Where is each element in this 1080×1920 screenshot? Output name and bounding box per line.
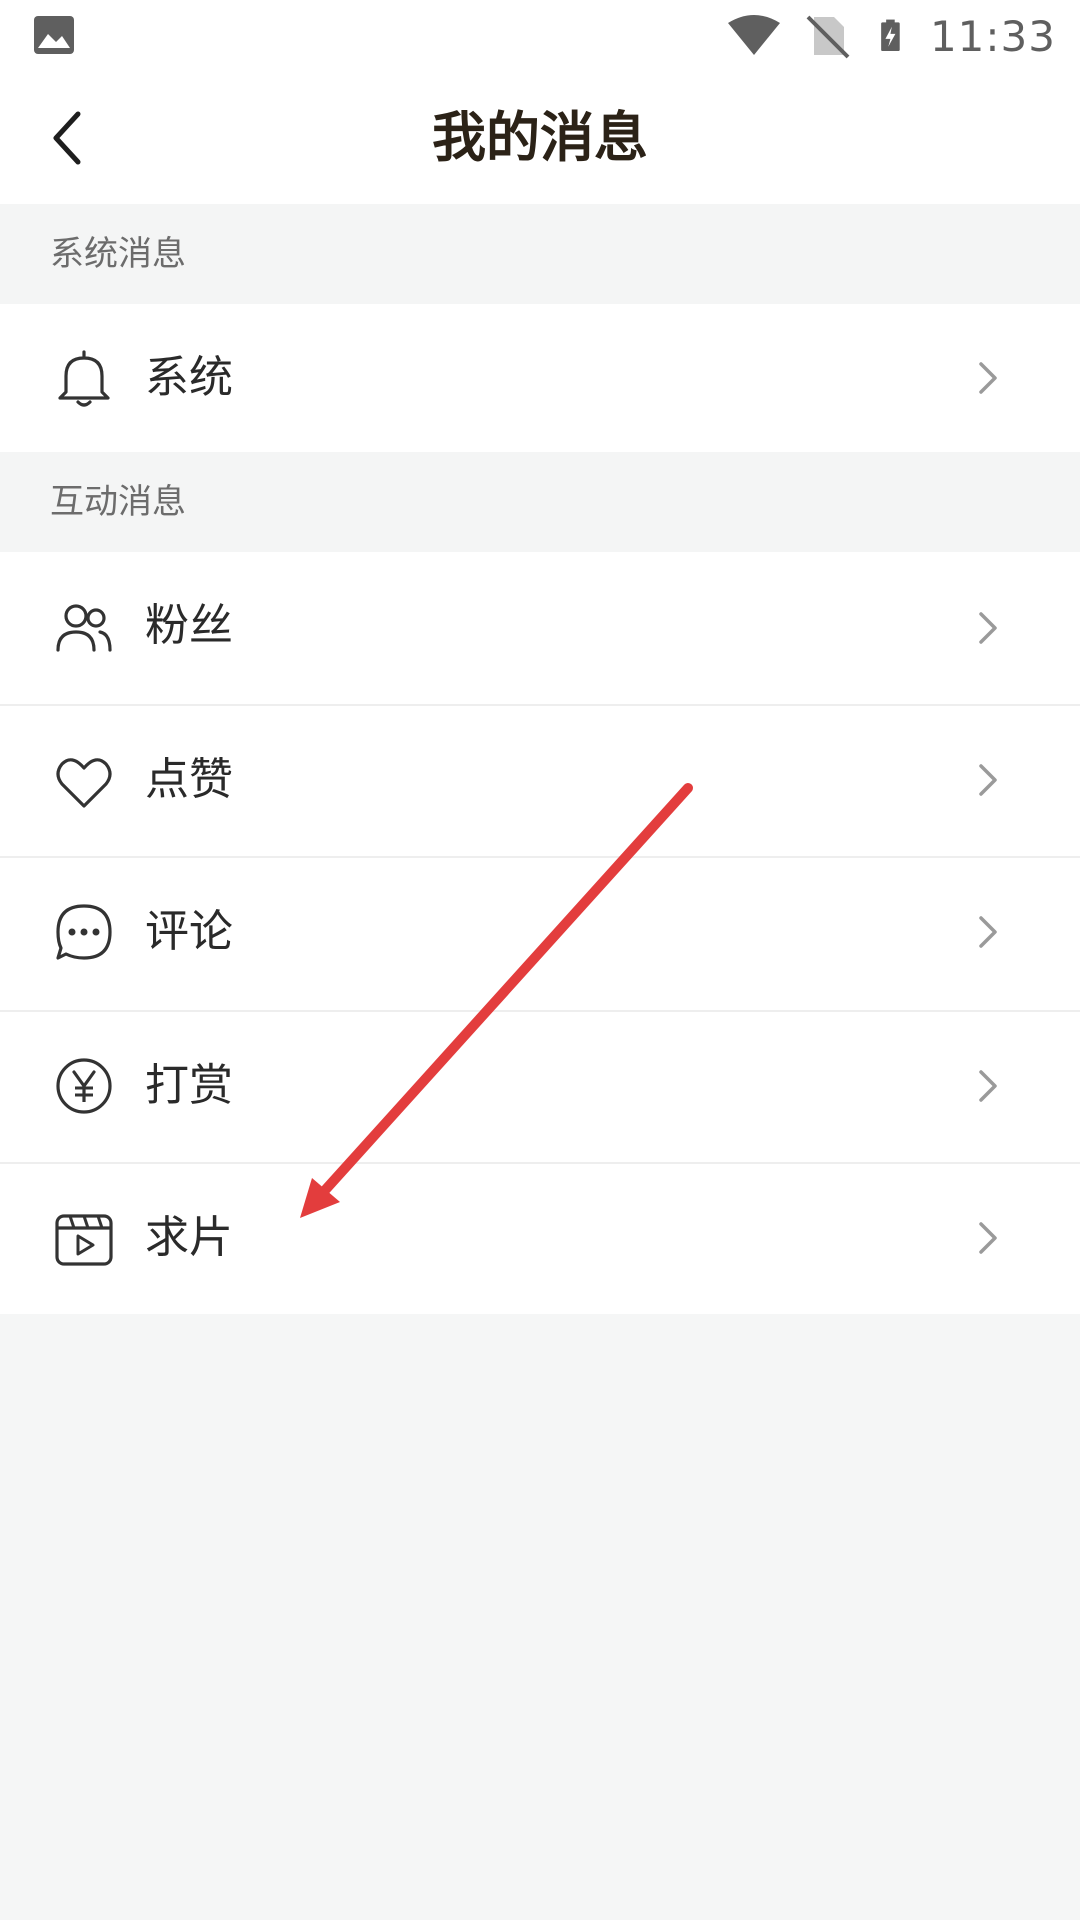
chevron-right-icon (979, 764, 997, 796)
list-item-comments[interactable]: 评论 (0, 858, 1080, 1010)
chevron-right-icon (979, 612, 997, 644)
no-sim-icon (806, 15, 850, 59)
section-title: 互动消息 (50, 482, 186, 522)
list-item-label: 评论 (145, 906, 233, 957)
bell-icon (58, 350, 110, 407)
users-icon (56, 604, 112, 652)
section-header-system: 系统消息 (0, 204, 1080, 304)
wifi-icon (727, 15, 780, 55)
chevron-right-icon (979, 916, 997, 948)
list-item-requests[interactable]: 求片 (0, 1164, 1080, 1314)
status-time: 11:33 (929, 11, 1056, 61)
heart-icon (56, 758, 112, 808)
section-title: 系统消息 (50, 234, 186, 274)
list-item-label: 打赏 (145, 1060, 233, 1111)
image-icon (34, 16, 74, 54)
top-bar: 我的消息 (0, 72, 1080, 204)
list-item-tips[interactable]: 打赏 (0, 1012, 1080, 1162)
list-item-label: 粉丝 (145, 600, 233, 651)
chevron-right-icon (979, 362, 997, 394)
list-item-likes[interactable]: 点赞 (0, 706, 1080, 856)
battery-charging-icon (881, 19, 900, 51)
list-item-fans[interactable]: 粉丝 (0, 552, 1080, 704)
list-item-label: 求片 (145, 1212, 233, 1263)
video-clapper-icon (55, 1214, 113, 1266)
list-item-system[interactable]: 系统 (0, 304, 1080, 452)
page-title: 我的消息 (432, 106, 648, 169)
status-bar: 11:33 (0, 0, 1080, 72)
chat-bubble-icon (56, 904, 112, 960)
yen-coin-icon (56, 1058, 112, 1114)
chevron-right-icon (979, 1070, 997, 1102)
chevron-right-icon (979, 1222, 997, 1254)
list-item-label: 系统 (145, 352, 233, 403)
section-header-interactive: 互动消息 (0, 452, 1080, 552)
list-item-label: 点赞 (145, 754, 233, 805)
